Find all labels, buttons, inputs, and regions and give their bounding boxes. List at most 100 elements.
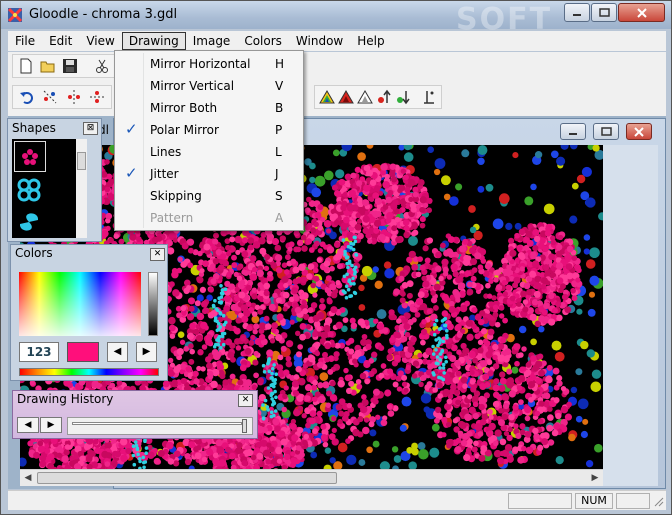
close-icon	[634, 126, 644, 137]
menu-drawing[interactable]: Drawing	[121, 32, 186, 50]
document-maximize-button[interactable]	[593, 123, 619, 140]
drawing-menu-item-pattern: Pattern A	[116, 207, 302, 229]
gray-triangle-button[interactable]	[356, 86, 373, 108]
drawing-menu-item-mirror-vertical[interactable]: Mirror Vertical V	[116, 75, 302, 97]
mirror-diagonal-button[interactable]	[40, 86, 62, 108]
drawing-menu-item-skipping[interactable]: Skipping S	[116, 185, 302, 207]
application-window: Gloodle - chroma 3.gdl SOFT File Edit Vi…	[0, 0, 672, 515]
menu-item-shortcut: H	[275, 57, 285, 71]
menu-item-label: Skipping	[150, 189, 202, 203]
next-color-button[interactable]: ▶	[136, 342, 157, 362]
drawing-menu-item-polar-mirror[interactable]: ✓ Polar Mirror P	[116, 119, 302, 141]
rainbow-triangle-button[interactable]	[318, 86, 335, 108]
menu-item-label: Lines	[150, 145, 182, 159]
history-slider-track	[72, 422, 242, 425]
close-button[interactable]	[618, 3, 665, 22]
drawing-menu-item-mirror-both[interactable]: Mirror Both B	[116, 97, 302, 119]
scroll-left-arrow-icon[interactable]: ◀	[20, 471, 36, 486]
history-slider-thumb[interactable]	[242, 419, 247, 433]
colors-palette-close-button[interactable]: ✕	[150, 248, 165, 261]
menu-item-label: Jitter	[150, 167, 179, 181]
arrow-right-icon: ▶	[142, 346, 151, 357]
shape-item[interactable]	[14, 175, 46, 206]
brightness-slider[interactable]	[148, 272, 158, 336]
drawing-history-close-button[interactable]: ✕	[238, 394, 253, 407]
color-up-button[interactable]	[376, 86, 393, 108]
history-forward-button[interactable]: ▶	[40, 417, 62, 433]
checkmark-icon: ✓	[125, 164, 138, 182]
scroll-right-arrow-icon[interactable]: ▶	[587, 471, 603, 486]
open-folder-icon	[40, 61, 55, 73]
shapes-palette-title: Shapes	[12, 121, 56, 135]
color-down-button[interactable]	[395, 86, 412, 108]
menu-view[interactable]: View	[79, 32, 121, 50]
maximize-button[interactable]	[591, 3, 617, 22]
undo-icon	[19, 92, 33, 104]
title-bar[interactable]: Gloodle - chroma 3.gdl SOFT	[1, 1, 671, 37]
previous-color-button[interactable]: ◀	[107, 342, 128, 362]
window-title: Gloodle - chroma 3.gdl	[29, 7, 178, 22]
color-spectrum-picker[interactable]	[19, 272, 141, 336]
menu-colors[interactable]: Colors	[237, 32, 289, 50]
arrow-right-icon: ▶	[47, 420, 55, 430]
open-file-button[interactable]	[38, 55, 58, 77]
flower-shape-icon	[22, 149, 38, 165]
resize-grip-icon[interactable]	[653, 496, 664, 507]
undo-button[interactable]	[16, 86, 38, 108]
color-value-button[interactable]: 123	[19, 342, 59, 362]
red-triangle-button[interactable]	[337, 86, 354, 108]
history-back-button[interactable]: ◀	[17, 417, 39, 433]
drawing-menu-item-lines[interactable]: Lines L	[116, 141, 302, 163]
save-file-button[interactable]	[60, 55, 80, 77]
colors-palette-title: Colors	[15, 246, 53, 260]
mirror-diagonal-icon	[43, 90, 57, 104]
scroll-thumb[interactable]	[37, 472, 337, 484]
shape-item-selected[interactable]	[14, 141, 46, 172]
swirl-shape-icon	[19, 213, 39, 231]
mirror-vertical-button[interactable]	[87, 86, 109, 108]
new-document-icon	[20, 58, 32, 74]
draw-toolbar	[12, 85, 112, 109]
menu-help[interactable]: Help	[350, 32, 391, 50]
drawing-menu-item-mirror-horizontal[interactable]: Mirror Horizontal H	[116, 53, 302, 75]
red-triangle-icon	[337, 90, 354, 104]
menu-item-shortcut: A	[275, 211, 284, 225]
menu-image[interactable]: Image	[186, 32, 238, 50]
document-minimize-button[interactable]	[560, 123, 586, 140]
shapes-palette-close-button[interactable]: ⊠	[83, 122, 98, 135]
menu-file[interactable]: File	[8, 32, 42, 50]
menu-item-label: Polar Mirror	[150, 123, 219, 137]
toolbar-area	[8, 52, 666, 116]
menu-item-shortcut: S	[275, 189, 283, 203]
document-close-button[interactable]	[626, 123, 652, 140]
current-color-swatch[interactable]	[67, 342, 99, 362]
mirror-horizontal-button[interactable]	[63, 86, 85, 108]
line-tool-button[interactable]	[421, 86, 438, 108]
effects-toolbar	[314, 85, 442, 109]
shapes-palette: Shapes ⊠	[7, 118, 102, 242]
status-bar: NUM	[8, 490, 666, 510]
color-down-arrow-icon	[397, 91, 411, 105]
color-up-arrow-icon	[378, 89, 391, 103]
color-strip[interactable]	[19, 368, 159, 376]
menu-window[interactable]: Window	[289, 32, 350, 50]
status-num-indicator: NUM	[575, 493, 613, 509]
status-cell-empty-2	[616, 493, 650, 509]
drawing-menu-item-jitter[interactable]: ✓ Jitter J	[116, 163, 302, 185]
menu-item-shortcut: L	[275, 145, 282, 159]
mirror-vertical-icon	[90, 91, 105, 103]
menu-edit[interactable]: Edit	[42, 32, 79, 50]
canvas-side-area	[603, 145, 658, 486]
horizontal-scrollbar[interactable]: ◀ ▶	[20, 469, 603, 486]
arrow-left-icon: ◀	[24, 420, 32, 430]
shapes-scroll-thumb[interactable]	[77, 152, 86, 170]
shapes-list[interactable]	[12, 139, 87, 238]
minimize-icon	[573, 13, 581, 16]
maximize-icon	[598, 8, 610, 17]
minimize-button[interactable]	[564, 3, 590, 22]
new-file-button[interactable]	[16, 55, 36, 77]
cut-button[interactable]	[92, 55, 112, 77]
shape-item[interactable]	[14, 208, 46, 236]
shapes-scrollbar[interactable]	[76, 139, 87, 238]
history-slider[interactable]	[67, 417, 253, 435]
